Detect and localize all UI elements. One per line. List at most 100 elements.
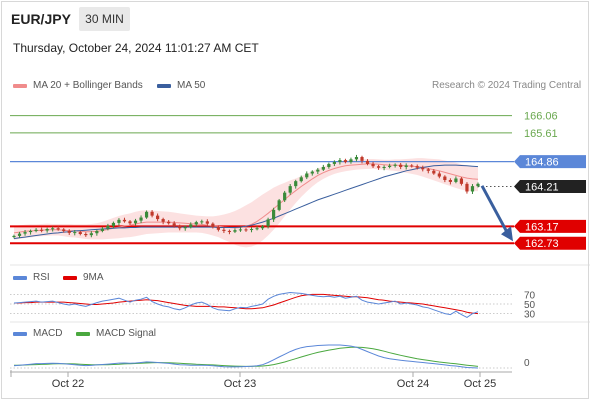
candle [238,229,243,231]
candle [28,230,33,233]
candle [354,157,359,160]
candle [78,232,82,235]
level-label: 165.61 [524,128,558,140]
chart-canvas[interactable]: 166.06165.61164.86164.21163.17162.737050… [0,0,590,400]
candle [172,223,176,226]
candle [45,229,49,231]
candle [167,221,171,224]
candle [34,229,38,231]
candle [73,232,77,234]
candle [95,230,99,234]
candle [106,225,110,229]
candle [299,177,303,182]
candle [128,221,132,224]
candle [249,229,254,231]
macd-tick: 0 [524,358,530,369]
candle [294,181,298,187]
candle [84,234,88,236]
forecast-arrowhead [501,226,513,242]
candle [415,166,419,168]
candle [200,221,204,223]
bollinger-band [14,158,478,248]
candle [100,228,104,231]
candle [327,163,331,167]
candle [222,229,226,231]
candle [12,235,16,238]
candle [117,219,121,223]
candle [476,183,480,187]
candle [437,173,441,177]
candle [349,159,353,163]
candle [144,211,149,218]
time-tick-label: Oct 22 [52,378,84,390]
candle [272,209,276,220]
candle [454,178,458,182]
candle [17,233,22,236]
candle [89,233,93,236]
candle [211,223,215,228]
candle [360,157,364,161]
candle [365,160,370,164]
candle [150,211,154,216]
candle [310,171,314,174]
candle [62,229,66,231]
price-tag-label: 163.17 [525,221,559,233]
candle [67,230,71,233]
candle [288,186,292,193]
candle [178,225,182,229]
price-tag-label: 162.73 [525,238,559,250]
candle [465,183,469,192]
candle [388,165,392,167]
candle [283,192,287,201]
candle [448,180,452,182]
candle [343,160,348,163]
candle [216,227,220,230]
candle [40,229,44,231]
candle [244,229,248,231]
candle [421,167,425,170]
candle [139,217,143,221]
time-tick-label: Oct 23 [224,378,256,390]
candle [459,178,464,184]
candle [161,219,165,222]
rsi-tick: 30 [524,310,536,321]
candle [305,173,309,178]
candle [321,166,325,170]
candle [332,162,336,164]
forecast-arrow [480,185,509,233]
candle [338,160,342,163]
candle [277,200,281,210]
candle [426,169,430,171]
level-label: 166.06 [524,111,558,123]
price-tag-label: 164.21 [525,182,559,194]
candle [23,232,27,234]
time-tick-label: Oct 24 [397,378,429,390]
candle [382,166,386,168]
candle [399,164,403,167]
candle [260,226,265,229]
candle [376,166,381,168]
candle [111,222,116,226]
candle [51,228,55,230]
candle [410,165,414,167]
candle [189,224,193,228]
candle [255,228,259,230]
candle [316,169,320,172]
candle [205,221,209,224]
time-tick-label: Oct 25 [464,378,496,390]
candle [227,230,232,232]
candle [266,219,270,227]
candle [156,215,160,220]
candle [404,165,408,167]
candle [371,163,375,167]
candle [432,170,436,174]
candle [470,186,475,192]
candle [183,227,187,229]
candle [443,176,447,181]
candle [233,230,237,232]
candle [194,222,198,225]
candle [133,220,138,224]
candle [56,228,60,230]
price-tag-label: 164.86 [525,157,559,169]
macd-signal-line [13,346,479,367]
